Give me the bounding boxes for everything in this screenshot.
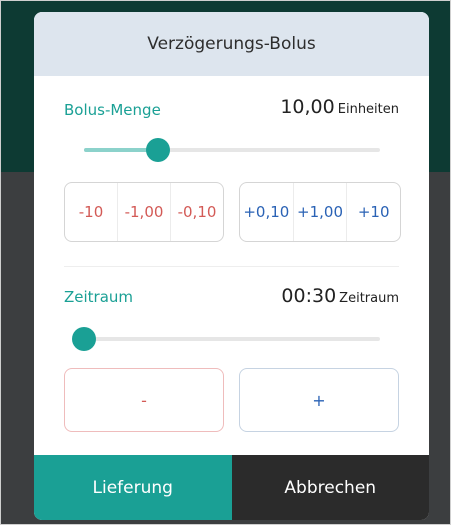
bolus-plus-1-button[interactable]: +1,00 bbox=[292, 183, 347, 241]
period-readout: 00:30 Zeitraum bbox=[281, 285, 399, 307]
period-unit: Zeitraum bbox=[339, 291, 399, 306]
dialog-title: Verzögerungs-Bolus bbox=[147, 34, 316, 54]
bolus-amount-label: Bolus-Menge bbox=[64, 101, 161, 119]
bolus-increment-group: +0,10 +1,00 +10 bbox=[239, 182, 401, 242]
bolus-amount-unit: Einheiten bbox=[337, 102, 399, 117]
period-label: Zeitraum bbox=[64, 288, 134, 306]
dialog-footer: Lieferung Abbrechen bbox=[34, 455, 429, 520]
dialog-header: Verzögerungs-Bolus bbox=[34, 12, 429, 76]
period-decrement-button[interactable]: - bbox=[64, 368, 224, 432]
period-slider-thumb[interactable] bbox=[72, 327, 96, 351]
deliver-button[interactable]: Lieferung bbox=[34, 455, 232, 520]
bolus-plus-10-button[interactable]: +10 bbox=[346, 183, 400, 241]
bolus-amount-value: 10,00 bbox=[280, 96, 335, 118]
bolus-amount-slider-thumb[interactable] bbox=[146, 138, 170, 162]
period-slider[interactable] bbox=[72, 327, 380, 351]
extended-bolus-dialog: Verzögerungs-Bolus Bolus-Menge 10,00 Ein… bbox=[34, 12, 429, 520]
bolus-minus-1-button[interactable]: -1,00 bbox=[117, 183, 170, 241]
bolus-minus-0-1-button[interactable]: -0,10 bbox=[170, 183, 223, 241]
bolus-minus-10-button[interactable]: -10 bbox=[65, 183, 117, 241]
period-increment-button[interactable]: + bbox=[239, 368, 399, 432]
bolus-amount-slider[interactable] bbox=[84, 138, 380, 162]
cancel-button[interactable]: Abbrechen bbox=[231, 455, 429, 520]
bolus-decrement-group: -10 -1,00 -0,10 bbox=[64, 182, 224, 242]
bolus-amount-readout: 10,00 Einheiten bbox=[280, 96, 399, 118]
bolus-plus-0-1-button[interactable]: +0,10 bbox=[240, 183, 293, 241]
section-divider bbox=[64, 266, 399, 267]
period-value: 00:30 bbox=[281, 285, 337, 307]
